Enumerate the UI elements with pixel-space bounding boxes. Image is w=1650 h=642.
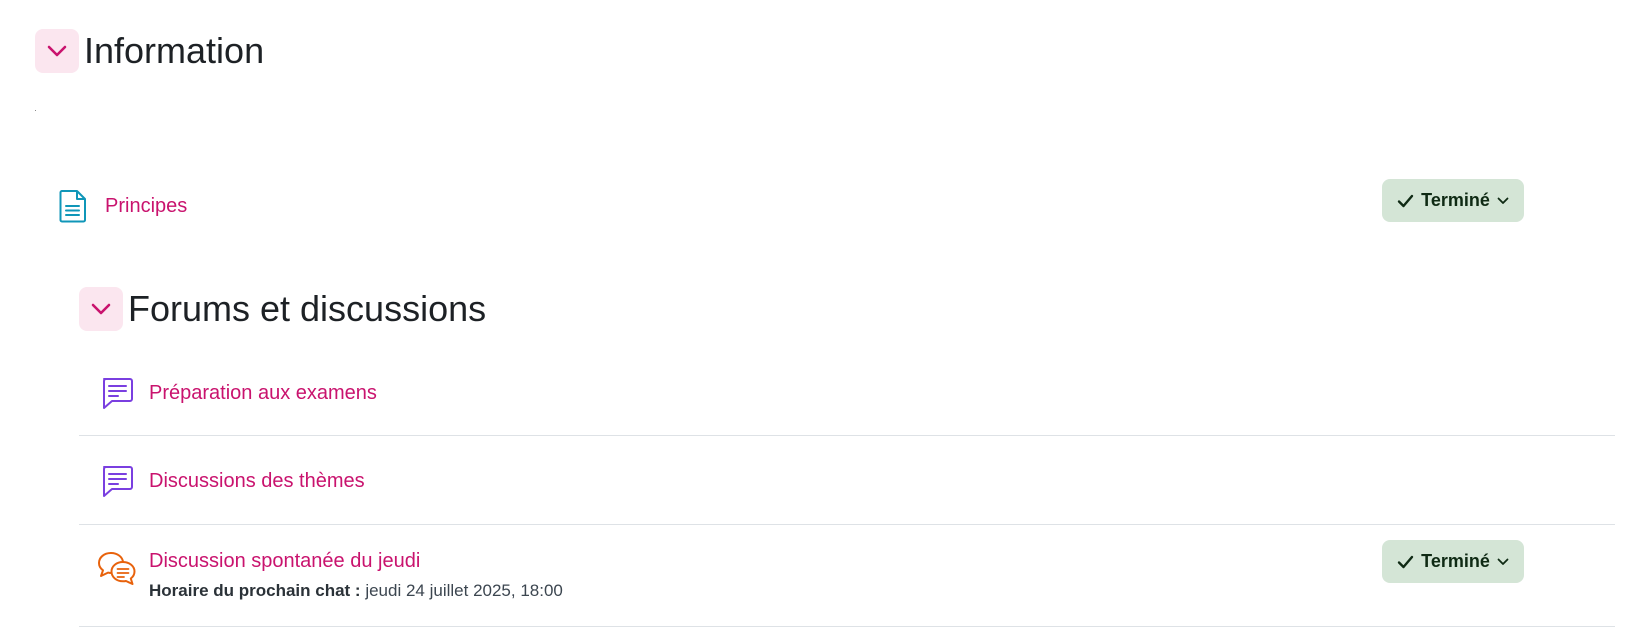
- activity-divider: [79, 626, 1615, 627]
- section-summary-marker: [35, 110, 36, 111]
- section-title: Forums et discussions: [128, 288, 487, 329]
- chevron-down-icon: [91, 303, 111, 315]
- completion-label: Terminé: [1421, 551, 1490, 571]
- activity-preparation-examens: Préparation aux examens: [97, 373, 377, 413]
- collapse-section-button[interactable]: [79, 287, 123, 331]
- completion-label: Terminé: [1421, 190, 1490, 210]
- next-chat-info: Horaire du prochain chat : jeudi 24 juil…: [149, 581, 563, 601]
- activity-discussions-themes: Discussions des thèmes: [97, 461, 365, 501]
- activity-link[interactable]: Discussions des thèmes: [149, 470, 365, 492]
- checkmark-icon: [1397, 194, 1414, 207]
- activity-link[interactable]: Préparation aux examens: [149, 382, 377, 404]
- section-forums-header: Forums et discussions: [79, 287, 486, 331]
- chat-icon: [97, 550, 137, 590]
- section-information-header: Information: [35, 29, 264, 73]
- next-chat-value: jeudi 24 juillet 2025, 18:00: [365, 581, 563, 600]
- completion-status-button[interactable]: Terminé: [1382, 540, 1524, 583]
- activity-divider: [79, 435, 1615, 436]
- collapse-section-button[interactable]: [35, 29, 79, 73]
- chevron-down-icon: [47, 45, 67, 57]
- activity-principes: Principes: [53, 186, 187, 226]
- next-chat-label: Horaire du prochain chat :: [149, 581, 361, 600]
- section-title: Information: [84, 30, 265, 71]
- completion-status-button[interactable]: Terminé: [1382, 179, 1524, 222]
- activity-divider: [79, 524, 1615, 525]
- page-icon: [53, 186, 93, 226]
- forum-icon: [97, 373, 137, 413]
- chevron-down-icon: [1497, 197, 1509, 204]
- chevron-down-icon: [1497, 558, 1509, 565]
- activity-link[interactable]: Discussion spontanée du jeudi: [149, 550, 420, 572]
- activity-discussion-spontanee: Discussion spontanée du jeudi Horaire du…: [97, 550, 563, 601]
- checkmark-icon: [1397, 555, 1414, 568]
- forum-icon: [97, 461, 137, 501]
- activity-link[interactable]: Principes: [105, 195, 187, 217]
